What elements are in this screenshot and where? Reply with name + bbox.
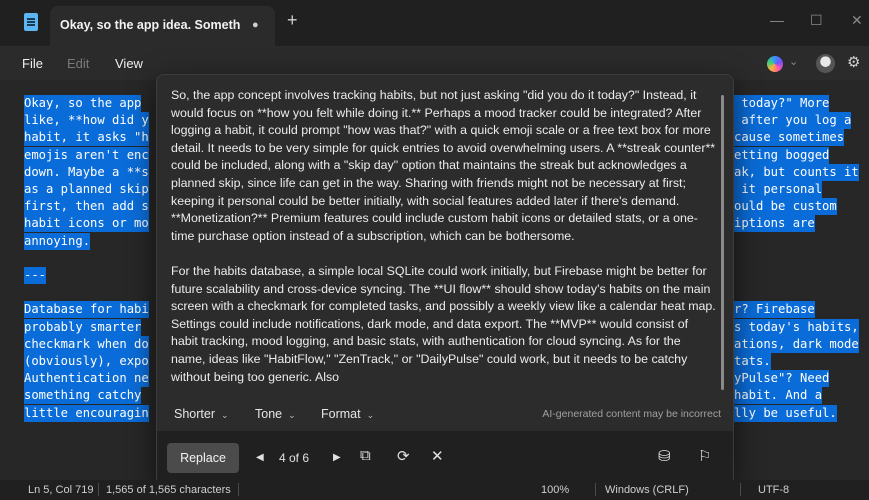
editor-line: yPulse"? Need — [734, 370, 830, 388]
editor-line: s today's habits, — [734, 318, 859, 336]
chevron-down-icon: ⌄ — [366, 410, 375, 420]
flag-icon[interactable]: ⚐ — [698, 447, 711, 465]
editor-line: (obviously), expo — [24, 353, 149, 370]
editor-line: habit. And a — [734, 387, 823, 405]
shorter-dropdown[interactable]: Shorter ⌄ — [174, 407, 229, 421]
editor-line: it personal — [734, 181, 823, 198]
tab-title: Okay, so the app idea. Something a — [60, 18, 240, 32]
editor-line: annoying. — [24, 232, 91, 250]
replace-button[interactable]: Replace — [167, 443, 239, 473]
maximize-button[interactable]: ☐ — [810, 12, 823, 29]
tone-label: Tone — [255, 407, 283, 421]
editor-line: etting bogged — [734, 146, 830, 164]
editor-line: Okay, so the app — [24, 95, 142, 112]
editor-line: first, then add s — [24, 198, 149, 216]
rewrite-popup: So, the app concept involves tracking ha… — [156, 74, 734, 486]
scrollbar[interactable] — [721, 95, 724, 390]
line-ending[interactable]: Windows (CRLF) — [605, 484, 689, 496]
editor-line: cause sometimes — [734, 129, 845, 147]
editor-line: down. Maybe a **s — [24, 163, 149, 181]
encoding[interactable]: UTF-8 — [758, 484, 789, 496]
chevron-down-icon: ⌄ — [221, 410, 229, 420]
editor-line: ations, dark mode — [734, 335, 859, 353]
editor-line: little encouragin — [24, 404, 149, 422]
editor-line: lly be useful. — [734, 404, 837, 422]
status-divider — [238, 483, 239, 496]
tab-document[interactable]: Okay, so the app idea. Something a ● — [50, 6, 275, 46]
title-bar: Okay, so the app idea. Something a ● + —… — [0, 0, 869, 46]
notepad-app-icon — [24, 13, 38, 31]
editor-line: tats. — [734, 353, 771, 370]
format-label: Format — [321, 407, 361, 421]
database-icon[interactable]: ⛁ — [658, 447, 671, 465]
chevron-down-icon[interactable]: ⌄ — [789, 55, 798, 68]
close-window-button[interactable]: ✕ — [851, 12, 863, 29]
status-divider — [740, 483, 741, 496]
menu-file[interactable]: File — [22, 56, 43, 71]
editor-line: checkmark when do — [24, 335, 149, 353]
zoom-level[interactable]: 100% — [541, 484, 569, 496]
copilot-icon[interactable] — [767, 56, 783, 72]
copy-icon[interactable]: ⧉ — [360, 447, 371, 464]
editor-line: emojis aren't enc — [24, 146, 149, 164]
editor-line: something catchy — [24, 387, 142, 405]
status-divider — [595, 483, 596, 496]
chevron-down-icon: ⌄ — [288, 410, 296, 420]
editor-line: today?" More — [734, 95, 830, 112]
editor-line: ak, but counts it — [734, 163, 859, 181]
avatar[interactable] — [816, 54, 835, 73]
editor-line: Database for habi — [24, 301, 149, 319]
next-version-icon[interactable]: ▶ — [333, 452, 341, 463]
editor-line: r? Firebase — [734, 301, 815, 319]
cursor-position: Ln 5, Col 719 — [28, 484, 94, 496]
editor-line: --- — [24, 267, 47, 284]
previous-version-icon[interactable]: ◀ — [256, 452, 264, 463]
close-icon[interactable]: ✕ — [431, 447, 444, 465]
menu-edit[interactable]: Edit — [67, 56, 89, 71]
status-divider — [98, 483, 99, 496]
ai-disclaimer: AI-generated content may be incorrect — [542, 408, 721, 420]
character-count: 1,565 of 1,565 characters — [106, 484, 231, 496]
rewrite-paragraph: For the habits database, a simple local … — [171, 263, 716, 384]
rewrite-text: So, the app concept involves tracking ha… — [171, 87, 716, 390]
unsaved-indicator-icon[interactable]: ● — [252, 19, 259, 31]
editor-line: ould be custom — [734, 198, 837, 216]
editor-line: as a planned skip — [24, 181, 149, 198]
rewrite-options: Shorter ⌄ Tone ⌄ Format ⌄ AI-generated cont… — [157, 399, 733, 429]
editor-line: probably smarter — [24, 318, 142, 336]
new-tab-button[interactable]: + — [287, 10, 298, 31]
editor-line: like, **how did y — [24, 112, 149, 130]
format-dropdown[interactable]: Format ⌄ — [321, 407, 374, 421]
editor-line: habit icons or mo — [24, 215, 149, 233]
minimize-button[interactable]: — — [770, 12, 784, 28]
rewrite-paragraph: So, the app concept involves tracking ha… — [171, 88, 716, 243]
shorter-label: Shorter — [174, 407, 215, 421]
status-bar: Ln 5, Col 719 1,565 of 1,565 characters … — [0, 480, 869, 500]
editor-line: habit, it asks "h — [24, 129, 149, 147]
rewrite-action-bar: Replace ◀ 4 of 6 ▶ ⧉ ⟳ ✕ ⛁ ⚐ — [157, 431, 733, 485]
editor-line: Authentication ne — [24, 370, 149, 388]
version-counter: 4 of 6 — [279, 451, 310, 465]
regenerate-icon[interactable]: ⟳ — [397, 447, 410, 465]
editor-line: after you log a — [734, 112, 852, 130]
gear-icon[interactable]: ⚙ — [847, 53, 860, 71]
editor-line: iptions are — [734, 215, 815, 233]
tone-dropdown[interactable]: Tone ⌄ — [255, 407, 296, 421]
menu-view[interactable]: View — [115, 56, 143, 71]
